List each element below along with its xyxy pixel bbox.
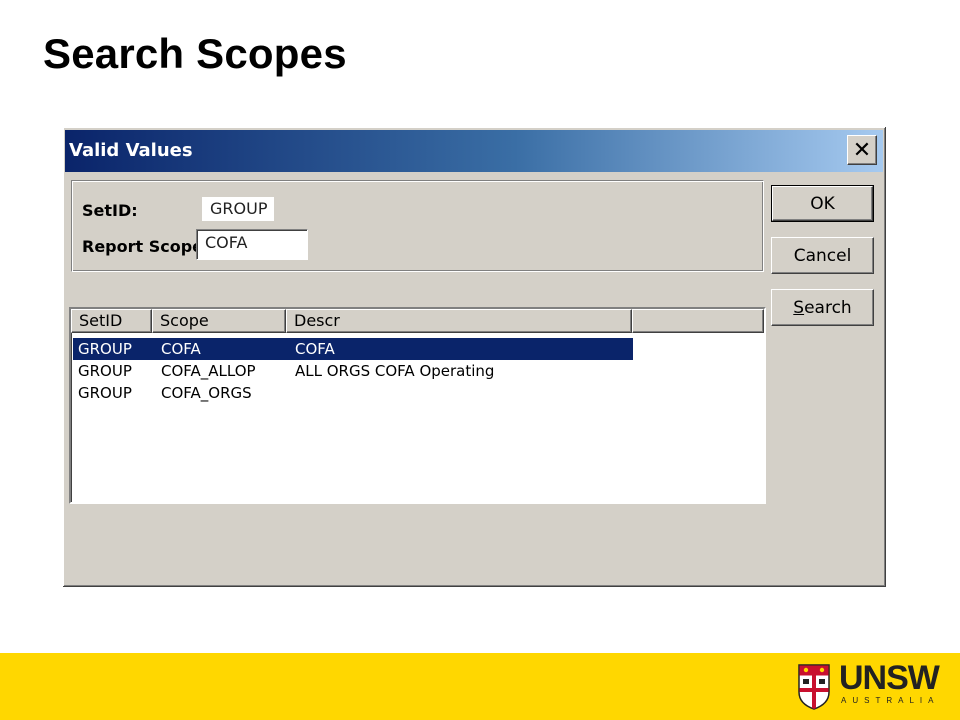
unsw-crest-icon	[798, 664, 830, 710]
list-row[interactable]: GROUP COFA_ALLOP ALL ORGS COFA Operating	[73, 360, 633, 382]
column-header-scope[interactable]: Scope	[152, 309, 286, 333]
list-row[interactable]: GROUP COFA_ORGS	[73, 382, 633, 404]
report-scope-input[interactable]: COFA	[196, 229, 308, 260]
row-scope: COFA_ALLOP	[161, 362, 256, 380]
cancel-button[interactable]: Cancel	[771, 237, 874, 274]
column-header-setid[interactable]: SetID	[71, 309, 152, 333]
column-header-blank[interactable]	[632, 309, 764, 333]
row-scope: COFA_ORGS	[161, 384, 252, 402]
row-scope: COFA	[161, 340, 201, 358]
search-button[interactable]: Search	[771, 289, 874, 326]
logo-wordmark: UNSW	[839, 659, 940, 697]
footer-bar: UNSW AUSTRALIA	[0, 653, 960, 720]
dialog-titlebar[interactable]: Valid Values ✕	[65, 130, 883, 172]
report-scope-label: Report Scope:	[82, 237, 210, 256]
row-descr: COFA	[295, 340, 335, 358]
ok-button[interactable]: OK	[771, 185, 874, 222]
search-button-mnemonic: S	[793, 297, 805, 318]
search-button-label: earch	[804, 297, 852, 318]
setid-label: SetID:	[82, 201, 138, 220]
setid-value: GROUP	[202, 197, 274, 221]
logo-subtext: AUSTRALIA	[841, 696, 940, 705]
slide-title: Search Scopes	[43, 30, 347, 77]
valid-values-dialog: Valid Values ✕ SetID: GROUP Report Scope…	[63, 127, 886, 587]
close-icon: ✕	[852, 137, 872, 163]
row-descr: ALL ORGS COFA Operating	[295, 362, 495, 380]
row-setid: GROUP	[78, 362, 132, 380]
row-setid: GROUP	[78, 384, 132, 402]
list-row[interactable]: GROUP COFA COFA	[73, 338, 633, 360]
dialog-title: Valid Values	[69, 140, 193, 161]
results-list[interactable]: SetID Scope Descr GROUP COFA COFA GROUP …	[69, 307, 766, 504]
search-criteria-group: SetID: GROUP Report Scope: COFA	[71, 180, 764, 272]
column-header-descr[interactable]: Descr	[286, 309, 632, 333]
row-setid: GROUP	[78, 340, 132, 358]
close-button[interactable]: ✕	[847, 135, 877, 165]
